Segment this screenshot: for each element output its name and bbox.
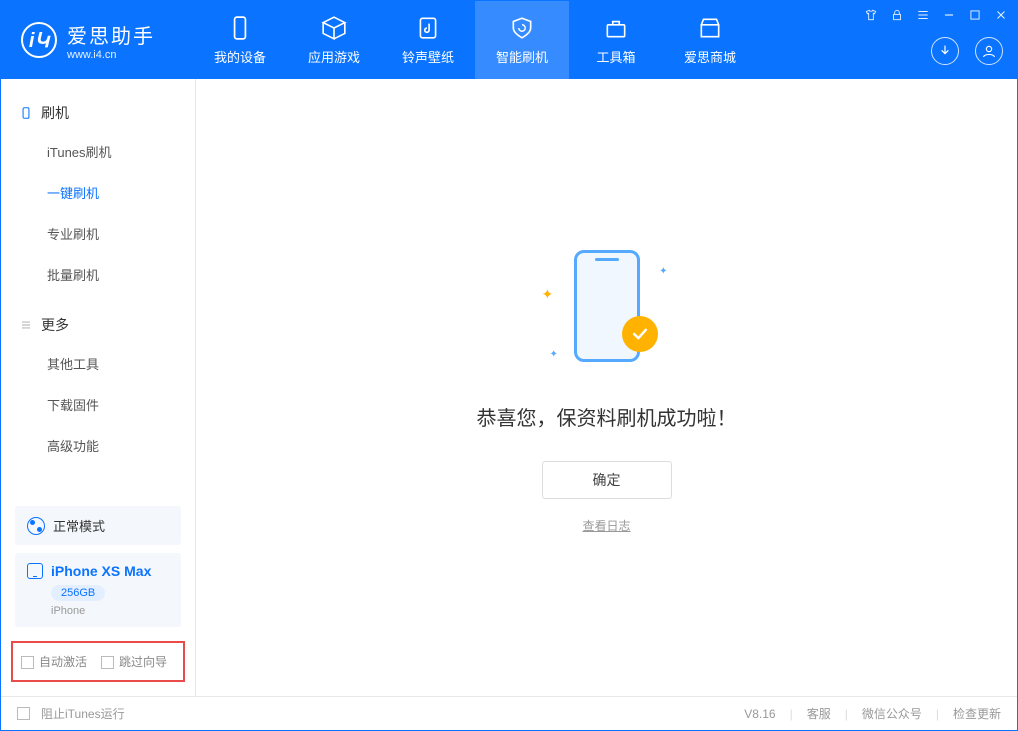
app-window: iԿ 爱思助手 www.i4.cn 我的设备 应用游戏 铃声壁纸 智能刷机 [0, 0, 1018, 731]
success-illustration: ✦ ✦ ✦ [542, 242, 672, 372]
toolbox-icon [603, 15, 629, 41]
option-label: 跳过向导 [119, 655, 167, 669]
view-log-link[interactable]: 查看日志 [582, 517, 630, 534]
app-title: 爱思助手 [67, 20, 155, 49]
music-file-icon [415, 15, 441, 41]
device-storage-badge: 256GB [51, 585, 105, 601]
mode-icon [27, 517, 45, 535]
auto-activate-option[interactable]: 自动激活 [21, 653, 87, 670]
skip-guide-option[interactable]: 跳过向导 [101, 653, 167, 670]
cube-icon [321, 15, 347, 41]
sidebar-item-other-tools[interactable]: 其他工具 [1, 343, 195, 384]
sparkle-icon: ✦ [550, 349, 558, 360]
maximize-button[interactable] [967, 7, 983, 23]
sidebar-section-more: 更多 [1, 307, 195, 343]
app-subtitle: www.i4.cn [67, 49, 155, 61]
device-phone-icon [27, 563, 43, 579]
sidebar-section-title: 刷机 [41, 103, 69, 123]
block-itunes-label[interactable]: 阻止iTunes运行 [41, 705, 125, 722]
sidebar-section-flash: 刷机 [1, 95, 195, 131]
sidebar-item-batch-flash[interactable]: 批量刷机 [1, 254, 195, 295]
nav-tab-label: 铃声壁纸 [402, 47, 454, 66]
divider: | [790, 707, 793, 721]
divider: | [936, 707, 939, 721]
nav-tab-label: 工具箱 [596, 47, 635, 66]
sidebar-bottom: 正常模式 iPhone XS Max 256GB iPhone 自动激活 跳过向… [1, 498, 195, 696]
sidebar-item-itunes-flash[interactable]: iTunes刷机 [1, 131, 195, 172]
download-icon[interactable] [931, 37, 959, 65]
sidebar-item-download-firmware[interactable]: 下载固件 [1, 384, 195, 425]
sparkle-icon: ✦ [659, 266, 667, 277]
checkbox-icon[interactable] [21, 656, 34, 669]
logo-icon: iԿ [21, 22, 57, 58]
footer-right: V8.16 | 客服 | 微信公众号 | 检查更新 [744, 705, 1001, 722]
header-right-icons [931, 37, 1003, 65]
device-name-row: iPhone XS Max [27, 563, 169, 579]
phone-icon [227, 15, 253, 41]
checkmark-badge-icon [622, 316, 658, 352]
sidebar-section-title: 更多 [41, 315, 69, 335]
sidebar-item-pro-flash[interactable]: 专业刷机 [1, 213, 195, 254]
nav-tab-flash[interactable]: 智能刷机 [475, 1, 569, 79]
device-type: iPhone [51, 605, 169, 617]
sidebar-item-advanced[interactable]: 高级功能 [1, 425, 195, 466]
nav-tab-label: 我的设备 [214, 47, 266, 66]
user-icon[interactable] [975, 37, 1003, 65]
nav-tab-toolbox[interactable]: 工具箱 [569, 1, 663, 79]
titlebar: iԿ 爱思助手 www.i4.cn 我的设备 应用游戏 铃声壁纸 智能刷机 [1, 1, 1017, 79]
menu-icon[interactable] [915, 7, 931, 23]
nav-tab-mydevice[interactable]: 我的设备 [193, 1, 287, 79]
list-icon [19, 318, 33, 332]
customer-service-link[interactable]: 客服 [807, 705, 831, 722]
main-content: ✦ ✦ ✦ 恭喜您，保资料刷机成功啦！ 确定 查看日志 [196, 79, 1017, 696]
check-update-link[interactable]: 检查更新 [953, 705, 1001, 722]
divider: | [845, 707, 848, 721]
highlight-options-box: 自动激活 跳过向导 [11, 641, 185, 682]
minimize-button[interactable] [941, 7, 957, 23]
body: 刷机 iTunes刷机 一键刷机 专业刷机 批量刷机 更多 其他工具 下载固件 … [1, 79, 1017, 696]
device-name: iPhone XS Max [51, 563, 151, 579]
footer-left: 阻止iTunes运行 [17, 705, 125, 722]
success-message: 恭喜您，保资料刷机成功啦！ [477, 402, 737, 431]
window-controls [863, 7, 1009, 23]
tshirt-icon[interactable] [863, 7, 879, 23]
version-label: V8.16 [744, 707, 775, 721]
mode-box[interactable]: 正常模式 [15, 506, 181, 545]
nav-tab-ringtone[interactable]: 铃声壁纸 [381, 1, 475, 79]
store-icon [697, 15, 723, 41]
confirm-button[interactable]: 确定 [542, 461, 672, 499]
nav-tab-apps[interactable]: 应用游戏 [287, 1, 381, 79]
close-button[interactable] [993, 7, 1009, 23]
device-box[interactable]: iPhone XS Max 256GB iPhone [15, 553, 181, 627]
lock-icon[interactable] [889, 7, 905, 23]
option-label: 自动激活 [39, 655, 87, 669]
checkbox-icon[interactable] [17, 707, 30, 720]
sparkle-icon: ✦ [542, 286, 554, 303]
nav-tab-label: 智能刷机 [496, 47, 548, 66]
phone-small-icon [19, 106, 33, 120]
logo-text: 爱思助手 www.i4.cn [67, 20, 155, 61]
nav-tab-label: 应用游戏 [308, 47, 360, 66]
nav-tab-label: 爱思商城 [684, 47, 736, 66]
wechat-link[interactable]: 微信公众号 [862, 705, 922, 722]
refresh-shield-icon [509, 15, 535, 41]
footer: 阻止iTunes运行 V8.16 | 客服 | 微信公众号 | 检查更新 [1, 696, 1017, 730]
nav-tab-store[interactable]: 爱思商城 [663, 1, 757, 79]
sidebar-item-oneclick-flash[interactable]: 一键刷机 [1, 172, 195, 213]
checkbox-icon[interactable] [101, 656, 114, 669]
logo-area: iԿ 爱思助手 www.i4.cn [1, 1, 175, 79]
sidebar: 刷机 iTunes刷机 一键刷机 专业刷机 批量刷机 更多 其他工具 下载固件 … [1, 79, 196, 696]
nav-tabs: 我的设备 应用游戏 铃声壁纸 智能刷机 工具箱 爱思商城 [193, 1, 757, 79]
mode-label: 正常模式 [53, 516, 105, 535]
